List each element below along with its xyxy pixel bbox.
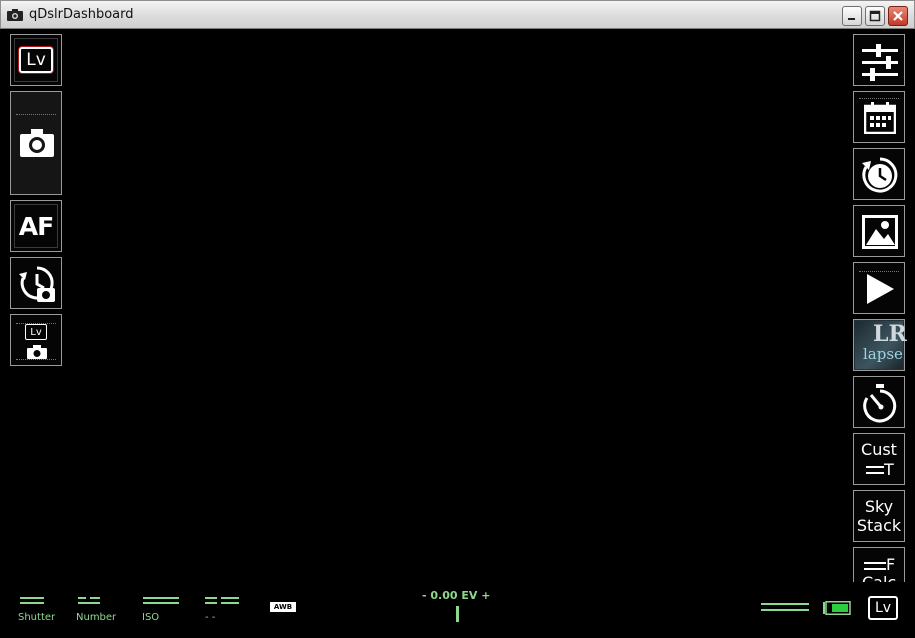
calendar-icon — [864, 102, 896, 134]
play-icon — [867, 274, 894, 304]
clock-history-icon — [862, 157, 898, 193]
play-button[interactable] — [853, 262, 905, 314]
focus-calc-label-line2: Calc — [862, 573, 896, 582]
iso-control[interactable]: ISO — [140, 595, 182, 625]
schedule-button[interactable] — [853, 91, 905, 143]
stopwatch-icon — [863, 384, 897, 423]
liveview-camera-icon: Lv — [25, 324, 47, 340]
settings-sliders-button[interactable] — [853, 34, 905, 86]
close-button[interactable] — [888, 6, 908, 26]
aperture-control[interactable]: Number — [74, 595, 124, 625]
lrtimelapse-icon: LR lapse — [855, 321, 907, 369]
camera-icon — [7, 9, 23, 21]
sliders-icon — [862, 44, 898, 81]
custom-bracket-button[interactable]: Cust T — [853, 433, 905, 485]
window-title: qDslrDashboard — [29, 7, 134, 22]
liveview-toggle-button[interactable]: Lv — [868, 596, 898, 620]
white-balance-badge[interactable]: AWB — [270, 602, 296, 612]
sky-stack-button[interactable]: Sky Stack — [853, 490, 905, 542]
wb-mode-label: - - — [205, 612, 216, 623]
minimize-button[interactable] — [842, 6, 862, 26]
camera-icon — [27, 345, 47, 359]
battery-icon — [823, 601, 851, 615]
timer-camera-icon — [19, 266, 55, 302]
lrtimelapse-label-bottom: lapse — [863, 345, 903, 363]
aperture-label: Number — [76, 612, 117, 623]
shutter-label: Shutter — [18, 612, 56, 623]
sky-stack-label-line2: Stack — [856, 516, 902, 535]
custom-bracket-sublabel: T — [884, 460, 894, 479]
history-button[interactable] — [853, 148, 905, 200]
shutter-control[interactable]: Shutter — [16, 595, 58, 625]
close-icon — [893, 11, 903, 21]
liveview-toggle-label: Lv — [874, 600, 892, 616]
liveview-capture-button[interactable]: Lv — [10, 314, 62, 366]
image-icon — [862, 215, 898, 249]
focus-calc-button[interactable]: F Calc — [853, 547, 905, 582]
minimize-icon — [848, 18, 855, 20]
live-view-label: Lv — [26, 50, 46, 70]
lrtimelapse-button[interactable]: LR lapse — [853, 319, 907, 371]
lrtimelapse-label-top: LR — [873, 321, 907, 347]
self-timer-button[interactable] — [853, 376, 905, 428]
maximize-button[interactable] — [865, 6, 885, 26]
camera-icon — [20, 129, 54, 157]
status-line — [761, 609, 809, 611]
live-view-icon: Lv — [19, 47, 53, 73]
liveview-capture-label: Lv — [30, 326, 42, 338]
exposure-indicator — [456, 606, 459, 622]
live-view-button[interactable]: Lv — [10, 34, 62, 86]
status-line — [761, 603, 809, 605]
window-title-bar[interactable]: qDslrDashboard — [0, 0, 915, 29]
autofocus-icon: AF — [18, 211, 54, 241]
autofocus-button[interactable]: AF — [10, 200, 62, 252]
focus-calc-label-line1: F — [886, 555, 896, 574]
capture-button[interactable] — [10, 91, 62, 195]
iso-label: ISO — [142, 612, 160, 623]
custom-bracket-label: Cust — [861, 440, 897, 459]
maximize-icon — [869, 10, 881, 22]
timer-capture-button[interactable] — [10, 257, 62, 309]
gallery-button[interactable] — [853, 205, 905, 257]
wb-mode-control[interactable]: - - — [203, 595, 245, 625]
sky-stack-label-line1: Sky — [864, 497, 894, 516]
exposure-compensation-value[interactable]: - 0.00 EV + — [422, 589, 490, 602]
